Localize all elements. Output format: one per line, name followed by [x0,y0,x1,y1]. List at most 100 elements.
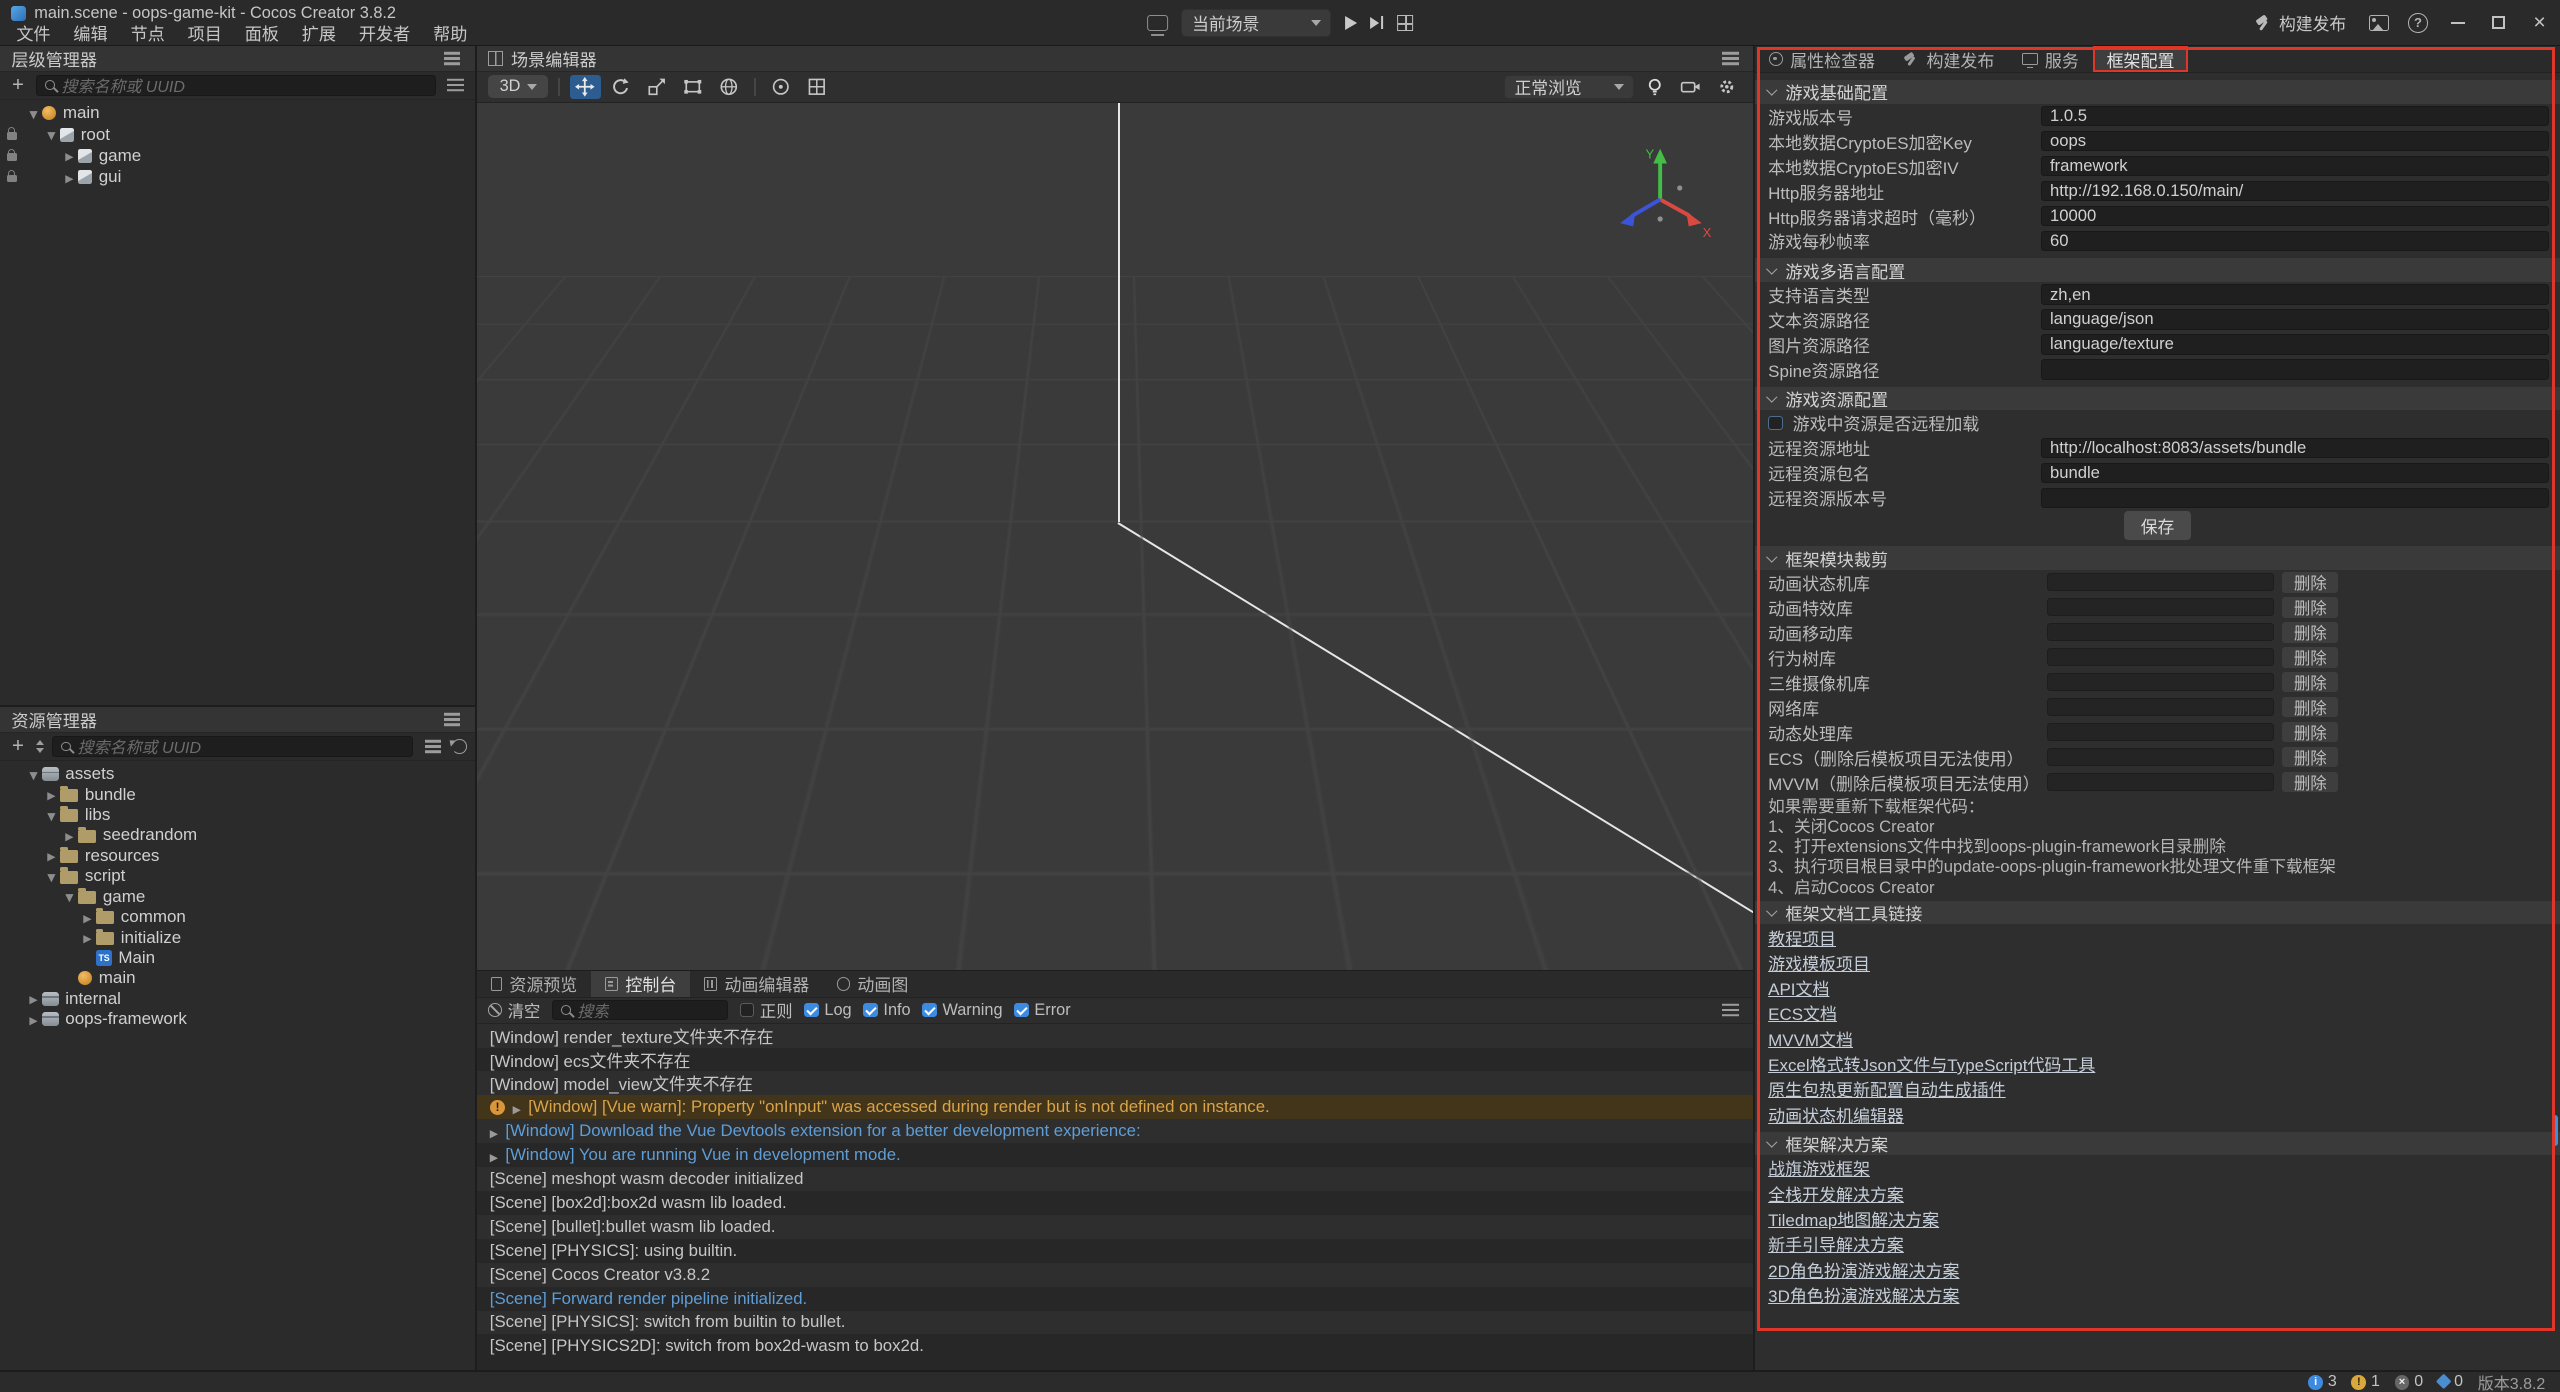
solution-link[interactable]: 战旗游戏框架 [1768,1155,1870,1180]
field-input[interactable]: 10000 [2041,206,2549,227]
section-header-modules[interactable]: 框架模块裁剪 [1755,546,2560,570]
expand-arrow-icon[interactable] [60,169,78,186]
hierarchy-node[interactable]: main [0,103,475,124]
hierarchy-filter-button[interactable] [444,75,467,95]
dimension-toggle[interactable]: 3D [488,75,548,98]
minimize-button[interactable] [2438,0,2479,46]
console-log-row[interactable]: [Window] Download the Vue Devtools exten… [477,1119,1754,1143]
field-input[interactable]: 60 [2041,231,2549,252]
asset-node[interactable]: common [0,907,475,927]
hierarchy-node[interactable]: game [0,145,475,166]
asset-node[interactable]: seedrandom [0,825,475,845]
hierarchy-menu-button[interactable] [441,48,464,68]
assets-filter-button[interactable] [421,737,444,757]
gizmo-space-button[interactable] [713,75,744,99]
console-log-row[interactable]: [Scene] Forward render pipeline initiali… [477,1287,1754,1311]
move-tool-button[interactable] [570,75,601,99]
console-log-row[interactable]: [Scene] [PHYSICS2D]: switch from box2d-w… [477,1334,1754,1358]
screenshot-button[interactable] [2359,0,2398,46]
sort-icon[interactable] [36,740,44,752]
menu-item[interactable]: 面板 [233,24,290,45]
console-options-button[interactable] [1719,1000,1742,1020]
expand-arrow-icon[interactable] [78,929,96,946]
field-input[interactable]: oops [2041,131,2549,152]
module-delete-button[interactable]: 删除 [2282,747,2338,767]
section-header-language[interactable]: 游戏多语言配置 [1755,258,2560,282]
doc-link[interactable]: API文档 [1768,975,1829,1000]
module-delete-button[interactable]: 删除 [2282,672,2338,692]
expand-arrow-icon[interactable] [513,1097,521,1117]
console-log-row[interactable]: [Window] render_texture文件夹不存在 [477,1024,1754,1048]
hierarchy-search-input[interactable]: 搜索名称或 UUID [36,75,436,96]
pivot-toggle-button[interactable] [765,75,796,99]
lock-icon[interactable] [7,175,18,182]
log-filter-checkbox[interactable]: Log [804,1001,852,1020]
inspector-tab[interactable]: 属性检查器 [1755,46,1889,73]
expand-arrow-icon[interactable] [42,807,60,824]
doc-link[interactable]: 原生包热更新配置自动生成插件 [1768,1076,2006,1101]
section-header-docs[interactable]: 框架文档工具链接 [1755,901,2560,925]
console-tab[interactable]: 动画图 [823,971,922,996]
asset-node[interactable]: resources [0,846,475,866]
create-node-button[interactable] [8,75,28,95]
doc-link[interactable]: Excel格式转Json文件与TypeScript代码工具 [1768,1051,2095,1076]
play-button[interactable] [1345,16,1357,30]
menu-item[interactable]: 帮助 [422,24,479,45]
inspector-tab[interactable]: 框架配置 [2093,46,2189,73]
inspector-scrollbar-thumb[interactable] [2552,1115,2558,1146]
asset-node[interactable]: oops-framework [0,1009,475,1029]
remote-load-checkbox[interactable]: 游戏中资源是否远程加载 [1755,410,2560,435]
console-tab[interactable]: 控制台 [591,971,690,996]
preview-device-icon[interactable] [1147,15,1168,31]
refresh-icon[interactable] [452,739,467,754]
field-input[interactable]: zh,en [2041,284,2549,305]
status-extra-count[interactable]: 0 [2438,1373,2463,1391]
lock-icon[interactable] [7,153,18,160]
console-log-row[interactable]: [Scene] [box2d]:box2d wasm lib loaded. [477,1191,1754,1215]
module-delete-button[interactable]: 删除 [2282,772,2338,792]
solution-link[interactable]: 新手引导解决方案 [1768,1231,1904,1256]
asset-node[interactable]: initialize [0,927,475,947]
menu-item[interactable]: 项目 [176,24,233,45]
solution-link[interactable]: 2D角色扮演游戏解决方案 [1768,1257,1959,1282]
expand-arrow-icon[interactable] [24,105,42,122]
scene-viewport[interactable]: Y X [477,103,1754,970]
field-input[interactable]: http://localhost:8083/assets/bundle [2041,438,2549,459]
scene-camera-button[interactable] [1675,75,1706,99]
build-publish-button[interactable]: 构建发布 [2241,0,2359,46]
lock-icon[interactable] [7,132,18,139]
expand-arrow-icon[interactable] [60,827,78,844]
regex-checkbox[interactable]: 正则 [740,998,793,1022]
doc-link[interactable]: 游戏模板项目 [1768,950,1870,975]
expand-arrow-icon[interactable] [42,126,60,143]
expand-arrow-icon[interactable] [42,847,60,864]
console-log-row[interactable]: [Scene] [PHYSICS]: using builtin. [477,1239,1754,1263]
doc-link[interactable]: 动画状态机编辑器 [1768,1102,1904,1127]
solution-link[interactable]: 3D角色扮演游戏解决方案 [1768,1282,1959,1307]
hierarchy-node[interactable]: gui [0,166,475,187]
status-error-count[interactable]: 0 [2395,1373,2423,1391]
status-warning-count[interactable]: 1 [2351,1373,2379,1391]
asset-node[interactable]: libs [0,805,475,825]
log-filter-checkbox[interactable]: Warning [922,1001,1003,1020]
module-delete-button[interactable]: 删除 [2282,622,2338,642]
field-input[interactable]: language/texture [2041,334,2549,355]
console-log-row[interactable]: [Window] model_view文件夹不存在 [477,1071,1754,1095]
expand-arrow-icon[interactable] [24,1011,42,1028]
doc-link[interactable]: 教程项目 [1768,925,1836,950]
step-button[interactable] [1370,16,1384,29]
assets-menu-button[interactable] [441,710,464,730]
expand-arrow-icon[interactable] [490,1121,498,1141]
console-tab[interactable]: 资源预览 [477,971,591,996]
log-filter-checkbox[interactable]: Info [863,1001,911,1020]
help-button[interactable] [2398,0,2437,46]
menu-item[interactable]: 文件 [5,24,62,45]
module-delete-button[interactable]: 删除 [2282,597,2338,617]
section-header-basic[interactable]: 游戏基础配置 [1755,80,2560,104]
inspector-tab[interactable]: 构建发布 [1889,46,2008,73]
expand-arrow-icon[interactable] [24,766,42,783]
module-delete-button[interactable]: 删除 [2282,572,2338,592]
menu-item[interactable]: 开发者 [347,24,421,45]
scene-menu-button[interactable] [1719,48,1742,68]
console-log-row[interactable]: [Scene] [bullet]:bullet wasm lib loaded. [477,1215,1754,1239]
